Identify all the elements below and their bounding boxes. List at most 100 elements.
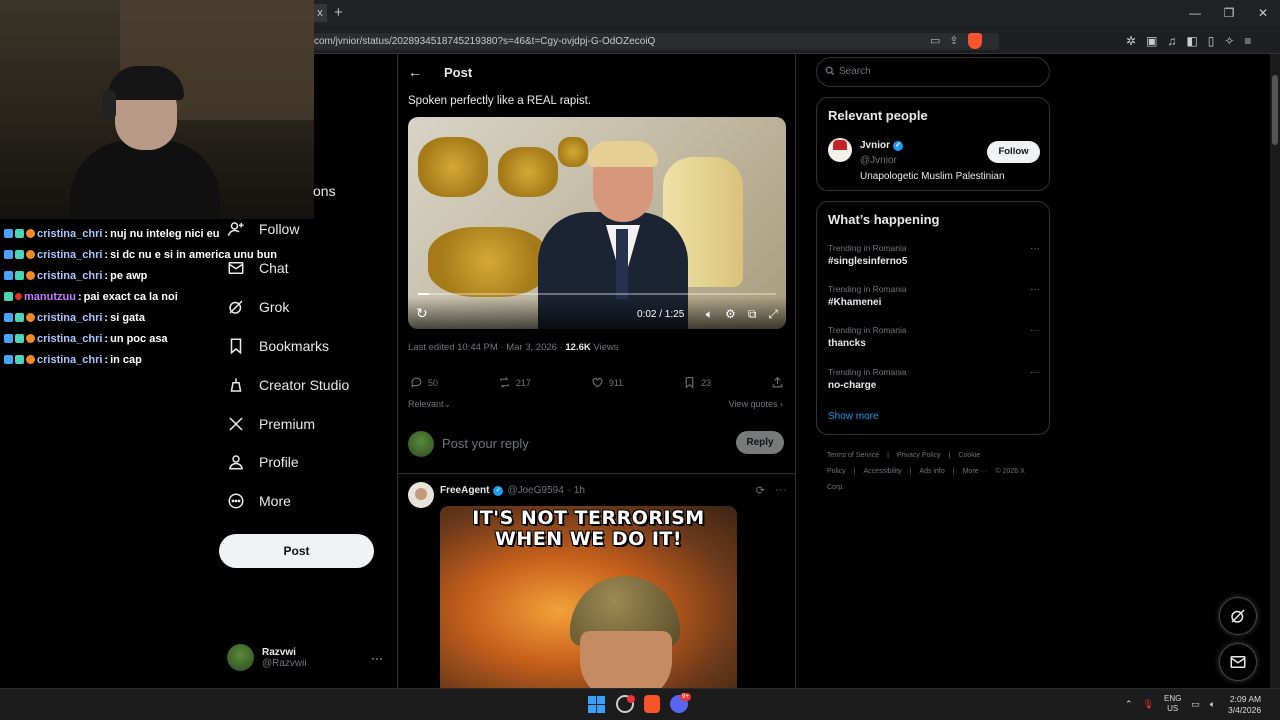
more-dots-icon[interactable]: ··· [1030, 243, 1040, 254]
footer-link[interactable]: More ··· [963, 468, 988, 475]
search-input[interactable]: Search [816, 57, 1050, 87]
leo-icon[interactable]: ✧ [1224, 33, 1234, 50]
footer-link[interactable]: Terms of Service [827, 452, 879, 459]
view-quotes-link[interactable]: View quotes › [729, 399, 783, 409]
trend-item[interactable]: Trending in Romania thancks ··· [828, 325, 1040, 349]
share-icon [772, 376, 783, 388]
share-action[interactable] [771, 376, 784, 389]
nav-item-follow[interactable]: Follow [227, 218, 299, 240]
like-action[interactable]: 911 [591, 376, 623, 389]
replay-icon[interactable]: ↻ [416, 305, 428, 322]
video-player[interactable]: ↻ 0:02 / 1:25 🔈︎ ⚙︎ ⧉ ⤢ [408, 117, 786, 329]
video-progress-bar[interactable] [418, 293, 776, 295]
cast-icon[interactable]: ▭ [930, 33, 940, 50]
edited-timestamp[interactable]: Last edited 10:44 PM · Mar 3, 2026 · [408, 342, 565, 353]
reply-author-name[interactable]: FreeAgent [440, 485, 489, 496]
nav-item-premium[interactable]: Premium [227, 413, 315, 435]
brave-shield-icon[interactable] [967, 33, 982, 49]
tab-close-button[interactable]: x [313, 4, 327, 22]
wallet-icon[interactable]: ▣ [1146, 33, 1157, 50]
follow-button[interactable]: Follow [987, 141, 1040, 163]
nav-item-grok[interactable]: Grok [227, 296, 289, 318]
footer-link[interactable]: Ads info [919, 468, 944, 475]
clock[interactable]: 2:09 AM 3/4/2026 [1228, 694, 1261, 716]
show-more-link[interactable]: Show more [828, 411, 879, 422]
region-code: US [1167, 704, 1179, 713]
account-more-icon[interactable]: ··· [371, 651, 383, 665]
fullscreen-icon[interactable]: ⤢ [768, 307, 778, 322]
footer-link[interactable]: Privacy Policy [897, 452, 941, 459]
person-name[interactable]: Jvnior ✓ [860, 140, 904, 151]
account-switcher[interactable]: Razvwi @Razvwii [227, 644, 307, 671]
trend-name: #Khamenei [828, 297, 882, 308]
sidebar-icon[interactable]: ◧ [1186, 33, 1197, 50]
chat-colon: : [104, 311, 109, 324]
chat-username[interactable]: cristina_chri [37, 270, 102, 282]
reply-input[interactable]: Post your reply [442, 436, 529, 451]
obs-icon[interactable] [616, 695, 635, 713]
trend-item[interactable]: Trending in Romania no-charge ··· [828, 367, 1040, 391]
network-icon[interactable]: ▭ [1191, 699, 1200, 710]
extensions-icon[interactable]: ✲ [1126, 33, 1136, 50]
nav-item-profile[interactable]: Profile [227, 451, 299, 473]
scrollbar-thumb[interactable] [1272, 75, 1278, 145]
menu-icon[interactable]: ≡ [1244, 33, 1251, 50]
more-dots-icon[interactable]: ··· [1030, 325, 1040, 336]
tweet-text: Spoken perfectly like a REAL rapist. [408, 95, 592, 107]
microphone-icon[interactable]: 🎙︎ [1143, 699, 1154, 710]
bookmark-action[interactable]: 23 [683, 376, 711, 389]
restore-button[interactable]: ❐ [1212, 0, 1246, 27]
nav-item-chat[interactable]: Chat [227, 257, 289, 279]
avatar[interactable] [408, 482, 434, 508]
chat-username[interactable]: cristina_chri [37, 354, 102, 366]
speaker-icon[interactable]: 🔈︎ [1210, 699, 1215, 710]
chat-username[interactable]: cristina_chri [37, 228, 102, 240]
messages-fab-button[interactable] [1219, 643, 1257, 681]
nav-label: Chat [259, 260, 289, 276]
sort-replies-dropdown[interactable]: Relevant⌄ [408, 399, 451, 410]
chat-username[interactable]: cristina_chri [37, 333, 102, 345]
person-handle: @Jvnior [860, 155, 897, 166]
chat-username[interactable]: manutzuu [24, 291, 76, 303]
reply-action[interactable]: 50 [410, 376, 438, 389]
grok-icon[interactable]: ⟳ [756, 484, 765, 497]
url-field[interactable]: com/jvnior/status/2028934518745219380?s=… [314, 33, 999, 50]
nav-item-more[interactable]: More [227, 490, 291, 512]
reply-button[interactable]: Reply [736, 431, 784, 454]
trend-item[interactable]: Trending in Romania #singlesinferno5 ··· [828, 243, 1040, 267]
volume-icon[interactable]: 🔈︎ [706, 307, 713, 322]
new-tab-button[interactable]: + [334, 3, 343, 23]
minimize-button[interactable]: — [1178, 0, 1212, 27]
close-window-button[interactable]: ✕ [1246, 0, 1280, 27]
chat-colon: : [104, 269, 109, 282]
nav-item-creator-studio[interactable]: Creator Studio [227, 374, 349, 396]
account-handle: @Razvwii [262, 657, 307, 669]
more-dots-icon[interactable]: ··· [1030, 284, 1040, 295]
tablet-icon[interactable]: ▯ [1208, 33, 1215, 50]
nav-item-bookmarks[interactable]: Bookmarks [227, 335, 329, 357]
windows-start-icon[interactable] [586, 693, 606, 715]
chat-username[interactable]: cristina_chri [37, 249, 102, 261]
chat-username[interactable]: cristina_chri [37, 312, 102, 324]
avatar[interactable] [828, 138, 852, 162]
pip-icon[interactable]: ⧉ [748, 307, 757, 322]
language-indicator[interactable]: ENG US [1164, 694, 1181, 714]
more-dots-icon[interactable]: ··· [775, 484, 786, 497]
scrollbar-track[interactable] [1270, 54, 1280, 688]
media-icon[interactable]: ♫ [1167, 33, 1176, 50]
more-dots-icon[interactable]: ··· [1030, 367, 1040, 378]
grok-fab-button[interactable] [1219, 597, 1257, 635]
brave-browser-icon[interactable] [644, 695, 660, 713]
settings-gear-icon[interactable]: ⚙︎ [725, 307, 736, 322]
footer-link[interactable]: Accessibility [864, 468, 902, 475]
post-button[interactable]: Post [219, 534, 374, 568]
like-count: 911 [608, 377, 624, 388]
repost-action[interactable]: 217 [498, 376, 531, 389]
discord-icon[interactable]: 9+ [670, 693, 691, 713]
share-icon[interactable]: ⇪ [949, 33, 958, 50]
chevron-up-icon[interactable]: ⌃ [1125, 699, 1133, 710]
meme-image[interactable]: IT'S NOT TERRORISM WHEN WE DO IT! [440, 506, 737, 688]
nav-item-partial[interactable]: ons [313, 183, 336, 199]
trend-item[interactable]: Trending in Romania #Khamenei ··· [828, 284, 1040, 308]
back-arrow-icon[interactable]: ← [408, 64, 422, 80]
